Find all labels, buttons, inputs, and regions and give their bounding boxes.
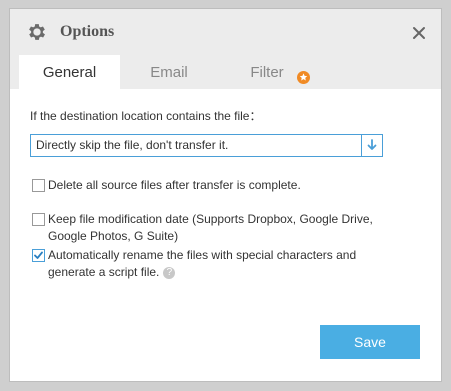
dialog-title: Options bbox=[60, 23, 115, 40]
option-label: Automatically rename the files with spec… bbox=[48, 248, 357, 279]
star-badge-icon bbox=[297, 71, 310, 84]
options-dialog: Options General Email Filter If the dest… bbox=[10, 9, 441, 381]
checkmark-icon bbox=[34, 251, 43, 259]
destination-label: If the destination location contains the… bbox=[30, 109, 262, 123]
option-label: Delete all source files after transfer i… bbox=[48, 178, 301, 192]
select-value: Directly skip the file, don't transfer i… bbox=[36, 138, 229, 152]
auto-rename-checkbox[interactable] bbox=[32, 249, 45, 262]
tab-general[interactable]: General bbox=[19, 55, 120, 89]
title-row: Options bbox=[26, 21, 114, 43]
delete-source-checkbox[interactable] bbox=[32, 179, 45, 192]
destination-select[interactable]: Directly skip the file, don't transfer i… bbox=[30, 134, 383, 157]
arrow-down-icon bbox=[367, 139, 377, 150]
select-dropdown-button[interactable] bbox=[361, 135, 382, 156]
close-icon[interactable] bbox=[411, 25, 427, 41]
gear-icon bbox=[29, 24, 45, 40]
tab-email[interactable]: Email bbox=[136, 55, 202, 89]
option-label-wrap: Automatically rename the files with spec… bbox=[48, 247, 388, 281]
option-label: Keep file modification date (Supports Dr… bbox=[48, 212, 373, 243]
keep-date-checkbox[interactable] bbox=[32, 213, 45, 226]
save-button[interactable]: Save bbox=[320, 325, 420, 359]
tab-filter[interactable]: Filter bbox=[238, 55, 296, 89]
question-icon[interactable]: ? bbox=[163, 266, 176, 279]
titlebar: Options General Email Filter bbox=[10, 9, 441, 89]
